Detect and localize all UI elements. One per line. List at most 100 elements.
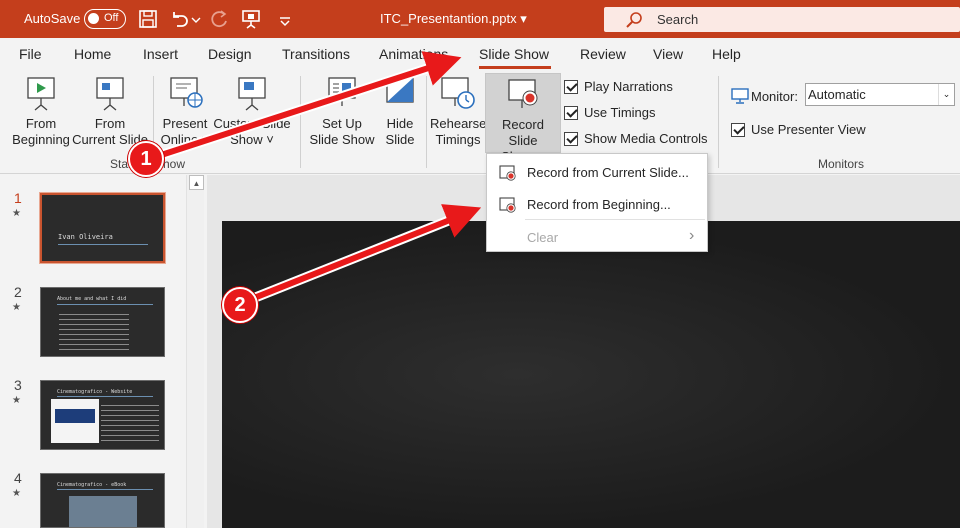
- save-icon[interactable]: [137, 8, 159, 30]
- undo-dropdown-icon[interactable]: [190, 8, 202, 30]
- clear-label: Clear: [527, 230, 559, 245]
- website-screenshot: [51, 399, 99, 443]
- tab-design[interactable]: Design: [208, 46, 252, 62]
- present-online-label-2: Online ˅: [160, 132, 210, 147]
- set-up-label-1: Set Up: [322, 116, 362, 131]
- undo-icon[interactable]: [168, 8, 190, 30]
- star-icon: ★: [12, 302, 21, 313]
- presentation-icon[interactable]: [240, 8, 262, 30]
- tab-transitions[interactable]: Transitions: [282, 46, 350, 62]
- record-label-1: Record Slide: [502, 117, 544, 148]
- chevron-down-icon: ˅: [201, 132, 210, 147]
- step-badge-2: 2: [222, 287, 258, 323]
- tab-review[interactable]: Review: [580, 46, 626, 62]
- from-beginning-button[interactable]: From Beginning: [10, 76, 72, 148]
- tab-help[interactable]: Help: [712, 46, 741, 62]
- play-narrations-label: Play Narrations: [584, 79, 673, 94]
- record-beginning-icon: [499, 197, 516, 213]
- redo-icon[interactable]: [208, 8, 230, 30]
- use-timings-label: Use Timings: [584, 105, 656, 120]
- bullet-lines: [101, 401, 159, 445]
- tab-home[interactable]: Home: [74, 46, 111, 62]
- hide-slide-label-2: Slide: [385, 132, 415, 147]
- chevron-down-icon: ⌄: [938, 84, 954, 105]
- set-up-label-2: Slide Show: [309, 132, 375, 147]
- custom-slide-show-button[interactable]: Custom Slide Show ˅: [212, 76, 292, 148]
- show-media-controls-label: Show Media Controls: [584, 131, 708, 146]
- slide1-title: Ivan Oliveira: [58, 233, 113, 241]
- monitor-label: Monitor:: [751, 89, 798, 104]
- slide-current-icon: [96, 77, 124, 111]
- tab-insert[interactable]: Insert: [143, 46, 178, 62]
- active-tab-indicator: [479, 66, 551, 69]
- set-up-slide-show-button[interactable]: Set Up Slide Show: [306, 76, 378, 148]
- rehearse-label-1: Rehearse: [430, 116, 487, 131]
- play-from-start-icon: [27, 77, 55, 111]
- title-bar: AutoSave Off ITC_Presentantion.pptx ▾ Se…: [0, 0, 960, 38]
- chevron-right-icon: ›: [689, 227, 695, 244]
- hide-slide-button[interactable]: Hide Slide: [380, 76, 420, 148]
- record-from-beginning-label: Record from Beginning...: [527, 197, 671, 212]
- title-underline: [57, 489, 153, 490]
- autosave-label: AutoSave: [24, 11, 81, 26]
- search-icon: [626, 12, 642, 28]
- rehearse-timings-button[interactable]: Rehearse Timings: [430, 76, 486, 148]
- set-up-icon: [328, 77, 356, 106]
- slide-thumbnail-2[interactable]: About me and what I did: [40, 287, 165, 357]
- slide-number: 2: [14, 284, 22, 300]
- slide2-title: About me and what I did: [57, 296, 127, 302]
- tab-view[interactable]: View: [653, 46, 683, 62]
- step-badge-1: 1: [128, 141, 164, 177]
- from-beginning-label-2: Beginning: [12, 132, 70, 147]
- present-online-button[interactable]: Present Online ˅: [157, 76, 213, 148]
- chevron-down-icon: ▾: [520, 11, 527, 26]
- present-online-icon: [170, 77, 203, 108]
- tab-animations[interactable]: Animations: [379, 46, 448, 62]
- checkmark-icon: [564, 132, 578, 146]
- slides-scrollbar[interactable]: ▲: [186, 175, 204, 528]
- group-label-monitors: Monitors: [818, 157, 865, 171]
- from-current-slide-button[interactable]: From Current Slide: [72, 76, 148, 148]
- title-underline: [57, 304, 153, 305]
- tab-file[interactable]: File: [19, 46, 42, 62]
- current-slide-canvas[interactable]: [222, 221, 960, 528]
- star-icon: ★: [12, 395, 21, 406]
- record-slide-show-button[interactable]: Record Slide Show ˅: [485, 73, 561, 164]
- slide-thumbnail-3[interactable]: Cinematografico - Website: [40, 380, 165, 450]
- powerpoint-window: AutoSave Off ITC_Presentantion.pptx ▾ Se…: [0, 0, 960, 528]
- slide4-title: Cinematografico - eBook: [57, 482, 127, 488]
- autosave-toggle[interactable]: Off: [84, 9, 126, 29]
- scroll-up-icon[interactable]: ▲: [189, 175, 204, 190]
- present-online-label-1: Present: [162, 116, 208, 131]
- record-from-current-label: Record from Current Slide...: [527, 165, 689, 180]
- star-icon: ★: [12, 488, 21, 499]
- tab-slide-show[interactable]: Slide Show: [479, 46, 549, 62]
- monitor-select[interactable]: Automatic ⌄: [805, 83, 955, 106]
- slide-thumbnail-1[interactable]: Ivan Oliveira: [39, 192, 166, 264]
- slide3-title: Cinematografico - Website: [57, 389, 133, 395]
- title-underline: [57, 396, 153, 397]
- search-box[interactable]: Search: [604, 7, 960, 32]
- slide-number: 1: [14, 190, 22, 206]
- checkmark-icon: [564, 80, 578, 94]
- star-icon: ★: [12, 208, 21, 219]
- stopwatch-icon: [441, 77, 475, 109]
- customize-toolbar-icon[interactable]: [274, 8, 296, 30]
- clear-item: Clear ›: [487, 221, 707, 253]
- custom-show-label-1: Custom Slide: [213, 116, 291, 131]
- bullet-lines: [59, 310, 129, 350]
- record-from-current-slide-item[interactable]: Record from Current Slide...: [487, 156, 707, 188]
- slide-number: 3: [14, 377, 22, 393]
- slide-thumbnail-4[interactable]: Cinematografico - eBook: [40, 473, 165, 528]
- ribbon-separator: [718, 76, 719, 168]
- hide-slide-label-1: Hide: [386, 116, 414, 131]
- ribbon-separator: [426, 76, 427, 168]
- document-title[interactable]: ITC_Presentantion.pptx ▾: [380, 11, 527, 27]
- hide-slide-icon: [386, 77, 414, 103]
- rehearse-label-2: Timings: [435, 132, 481, 147]
- checkmark-icon: [731, 123, 745, 137]
- from-beginning-label-1: From: [25, 116, 57, 131]
- record-current-icon: [499, 165, 516, 181]
- ribbon-tabs: File Home Insert Design Transitions Anim…: [0, 38, 960, 70]
- record-from-beginning-item[interactable]: Record from Beginning...: [487, 188, 707, 220]
